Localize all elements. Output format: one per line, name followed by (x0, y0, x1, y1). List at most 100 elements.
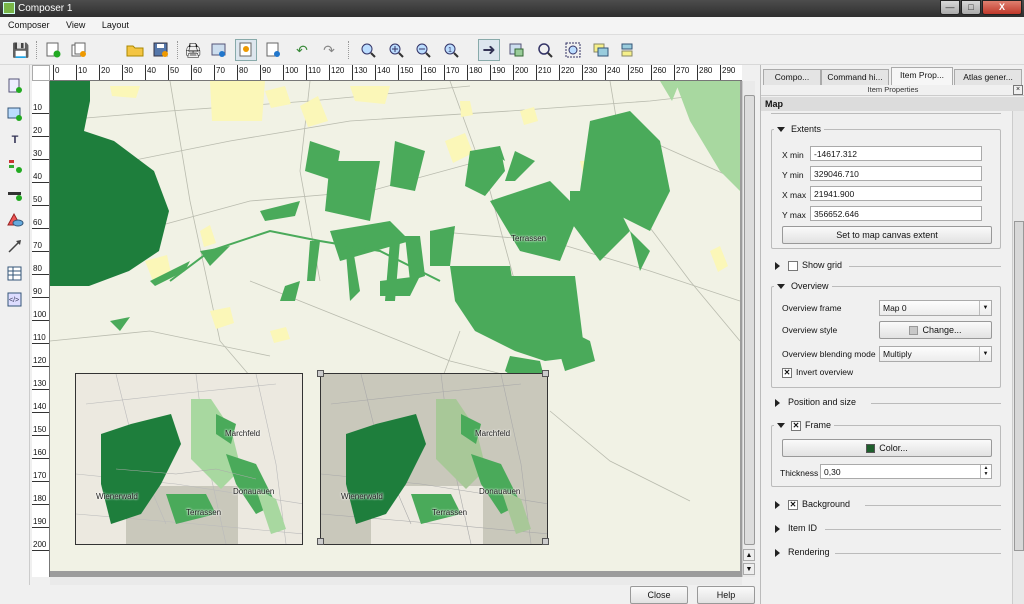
selection-handle-tl[interactable] (317, 370, 324, 377)
ruler-tick-v: 160 (32, 448, 49, 459)
overview-group: Overview Overview frame Map 0 ▼ Overview … (771, 281, 1001, 388)
add-legend-icon[interactable] (5, 157, 25, 175)
panel-scrollbar[interactable] (1012, 111, 1024, 604)
ruler-tick-label: 90 (33, 287, 42, 296)
help-button[interactable]: Help (697, 586, 755, 604)
add-image-icon[interactable] (5, 105, 25, 123)
overview-map-1[interactable] (75, 373, 303, 545)
canvas-horizontal-scrollbar[interactable] (50, 577, 742, 585)
tab-item-properties[interactable]: Item Prop... (891, 67, 953, 85)
ymax-field[interactable]: 356652.646 (810, 206, 982, 221)
selection-handle-tr[interactable] (542, 370, 549, 377)
save-template-icon[interactable] (150, 39, 172, 61)
set-to-map-canvas-extent-button[interactable]: Set to map canvas extent (782, 226, 992, 244)
add-html-icon[interactable]: </> (5, 291, 25, 309)
menu-composer[interactable]: Composer (8, 17, 50, 30)
close-window-button[interactable]: X (982, 0, 1022, 15)
menu-view[interactable]: View (66, 17, 85, 30)
canvas-vertical-scrollbar[interactable]: ▲ ▼ (742, 81, 755, 577)
xmin-field[interactable]: -14617.312 (810, 146, 982, 161)
overview-map-2[interactable] (320, 373, 548, 545)
selection-handle-bl[interactable] (317, 538, 324, 545)
redo-icon[interactable]: ↷ (318, 39, 340, 61)
tab-composition[interactable]: Compo... (763, 69, 821, 85)
scroll-up-arrow[interactable]: ▲ (743, 549, 755, 561)
zoom-full-icon[interactable] (357, 39, 379, 61)
add-table-icon[interactable] (5, 265, 25, 283)
move-content-icon[interactable] (506, 39, 528, 61)
duplicate-composer-icon[interactable] (68, 39, 90, 61)
item-id-row[interactable]: Item ID (775, 523, 1001, 535)
maximize-button[interactable]: □ (961, 0, 981, 15)
frame-color-button[interactable]: Color... (782, 439, 992, 457)
ruler-tick-h: 100 (283, 65, 298, 80)
minimize-button[interactable]: — (940, 0, 960, 15)
tab-command-history[interactable]: Command hi... (821, 69, 889, 85)
add-label-icon[interactable]: T (5, 131, 25, 149)
xmin-label: X min (782, 150, 804, 160)
ruler-tick-h: 110 (306, 65, 321, 80)
ruler-tick-label: 160 (423, 66, 437, 75)
ymin-field[interactable]: 329046.710 (810, 166, 982, 181)
panel-close-icon[interactable]: × (1013, 85, 1023, 95)
ruler-tick-h: 60 (191, 65, 202, 80)
open-template-icon[interactable] (124, 39, 146, 61)
save-icon[interactable]: 💾 (10, 39, 32, 61)
print-icon[interactable]: 🖨 (182, 39, 204, 61)
menu-layout[interactable]: Layout (102, 17, 129, 30)
pan-icon[interactable] (534, 39, 556, 61)
show-grid-row[interactable]: Show grid (775, 260, 1001, 272)
add-shape-icon[interactable] (5, 211, 25, 229)
collapse-icon (775, 524, 780, 533)
ov1-label-donauauen: Donauauen (233, 487, 275, 496)
ruler-tick-label: 60 (193, 66, 202, 75)
overview-blending-select[interactable]: Multiply ▼ (879, 346, 992, 362)
new-composer-icon[interactable] (42, 39, 64, 61)
xmax-field[interactable]: 21941.900 (810, 186, 982, 201)
ruler-tick-label: 290 (722, 66, 736, 75)
group-icon[interactable] (590, 39, 612, 61)
background-row[interactable]: ✕ Background (775, 499, 1001, 511)
undo-icon[interactable]: ↶ (291, 39, 313, 61)
invert-overview-checkbox[interactable]: ✕ (782, 367, 792, 378)
ruler-tick-v: 180 (32, 494, 49, 505)
raise-icon[interactable] (616, 39, 638, 61)
export-svg-icon[interactable] (235, 39, 257, 61)
ruler-tick-label: 70 (33, 241, 42, 250)
tab-atlas-generation[interactable]: Atlas gener... (954, 69, 1022, 85)
ruler-tick-label: 50 (33, 195, 42, 204)
add-arrow-icon[interactable] (5, 237, 25, 255)
ruler-tick-label: 100 (285, 66, 299, 75)
overview-frame-select[interactable]: Map 0 ▼ (879, 300, 992, 316)
map-label-terrassen: Terrassen (511, 234, 547, 243)
invert-overview-row[interactable]: ✕ Invert overview (782, 367, 853, 378)
panel-scroll-thumb[interactable] (1014, 221, 1024, 551)
extents-title[interactable]: Extents (774, 124, 825, 134)
export-image-icon[interactable] (208, 39, 230, 61)
canvas-vscroll-thumb[interactable] (744, 95, 755, 545)
scroll-down-arrow[interactable]: ▼ (743, 563, 755, 575)
close-button[interactable]: Close (630, 586, 688, 604)
thickness-spinbox[interactable]: 0,30 ▲ ▼ (820, 464, 992, 479)
overview-title[interactable]: Overview (774, 281, 832, 291)
position-size-row[interactable]: Position and size (775, 397, 1001, 409)
rendering-row[interactable]: Rendering (775, 547, 1001, 559)
add-map-icon[interactable] (5, 77, 25, 95)
zoom-tool-icon[interactable] (562, 39, 584, 61)
composer-page[interactable]: Terrassen Marchfeld Wienerwald Donauauen… (50, 81, 740, 571)
frame-checkbox[interactable]: ✕ (791, 420, 801, 431)
show-grid-checkbox[interactable] (788, 260, 798, 271)
overview-blending-label: Overview blending mode (782, 349, 876, 359)
select-move-icon[interactable]: ➜ (478, 39, 500, 61)
export-pdf-icon[interactable] (262, 39, 284, 61)
background-checkbox[interactable]: ✕ (788, 499, 798, 510)
selection-handle-br[interactable] (542, 538, 549, 545)
add-scalebar-icon[interactable] (5, 185, 25, 203)
overview-frame-label: Overview frame (782, 303, 842, 313)
zoom-out-icon[interactable] (412, 39, 434, 61)
frame-title[interactable]: ✕ Frame (774, 420, 835, 431)
zoom-in-icon[interactable] (385, 39, 407, 61)
zoom-actual-icon[interactable]: 1 (440, 39, 462, 61)
thickness-label: Thickness (780, 468, 819, 478)
overview-style-button[interactable]: Change... (879, 321, 992, 339)
